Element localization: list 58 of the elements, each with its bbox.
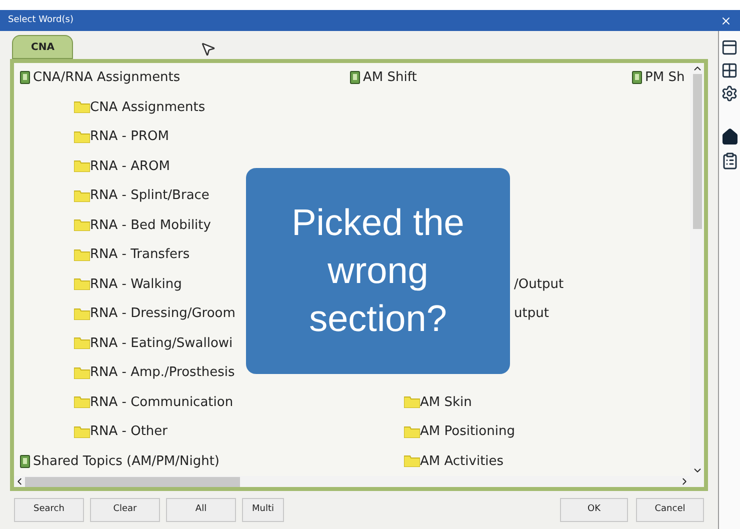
list-item[interactable]: utput	[514, 304, 549, 324]
column-header[interactable]: AM Shift	[363, 68, 417, 88]
scrollbar-thumb[interactable]	[25, 476, 240, 486]
folder-icon	[74, 426, 90, 438]
list-item[interactable]: AM Positioning	[420, 422, 515, 442]
scrollbar-thumb[interactable]	[692, 74, 702, 229]
list-item[interactable]: RNA - AROM	[90, 156, 170, 176]
list-item[interactable]: RNA - Splint/Brace	[90, 186, 210, 206]
column-header[interactable]: CNA/RNA Assignments	[33, 68, 180, 88]
close-icon[interactable]	[720, 14, 732, 26]
cursor-icon	[200, 41, 216, 57]
panel-icon[interactable]	[721, 39, 738, 56]
folder-icon	[74, 190, 90, 202]
section-item[interactable]: Shared Topics (AM/PM/Night)	[33, 452, 220, 471]
folder-icon	[74, 278, 90, 290]
settings-icon[interactable]	[721, 85, 738, 102]
home-icon[interactable]	[720, 128, 738, 146]
list-item[interactable]: RNA - Dressing/Groom	[90, 304, 236, 324]
tab[interactable]: CNA	[12, 35, 74, 59]
list-item[interactable]: RNA - Amp./Prosthesis	[90, 363, 235, 382]
folder-icon	[74, 366, 90, 379]
folder-icon	[74, 219, 90, 232]
book-icon	[20, 71, 30, 84]
list-item[interactable]: RNA - Other	[90, 422, 168, 442]
footer-button[interactable]: Multi	[242, 498, 284, 522]
folder-icon	[74, 248, 90, 261]
window-title: Select Word(s)	[8, 14, 74, 27]
list-item[interactable]: /Output	[514, 274, 564, 294]
list-item[interactable]: RNA - Bed Mobility	[90, 216, 211, 235]
footer-button[interactable]: OK	[560, 498, 628, 522]
list-item[interactable]: RNA - PROM	[90, 127, 169, 146]
book-icon	[350, 71, 360, 84]
list-item[interactable]: RNA - Walking	[90, 274, 182, 294]
clipboard-icon[interactable]	[720, 152, 738, 170]
list-item[interactable]: CNA Assignments	[90, 98, 206, 117]
column-header[interactable]: PM Sh	[645, 68, 685, 88]
folder-icon	[74, 160, 90, 172]
list-item[interactable]: AM Activities	[420, 452, 504, 471]
folder-icon	[404, 455, 420, 468]
book-icon	[632, 71, 642, 84]
overlay-message: Picked the wrong section?	[290, 201, 466, 341]
footer-button[interactable]: Search	[14, 498, 84, 522]
list-item[interactable]: RNA - Eating/Swallowi	[90, 334, 233, 353]
list-item[interactable]: AM Skin	[420, 392, 472, 412]
folder-icon	[74, 337, 90, 350]
footer-button[interactable]: Clear	[90, 498, 160, 522]
folder-icon	[74, 101, 90, 114]
folder-icon	[404, 396, 420, 408]
list-item[interactable]: RNA - Transfers	[90, 245, 190, 264]
footer-button[interactable]: Cancel	[636, 498, 704, 522]
folder-icon	[74, 308, 90, 320]
footer-button[interactable]: All	[166, 498, 236, 522]
list-item[interactable]: RNA - Communication	[90, 392, 234, 412]
folder-icon	[74, 396, 90, 408]
grid-icon[interactable]	[721, 62, 738, 79]
folder-icon	[404, 426, 420, 438]
book-icon	[20, 454, 30, 468]
folder-icon	[74, 130, 90, 143]
